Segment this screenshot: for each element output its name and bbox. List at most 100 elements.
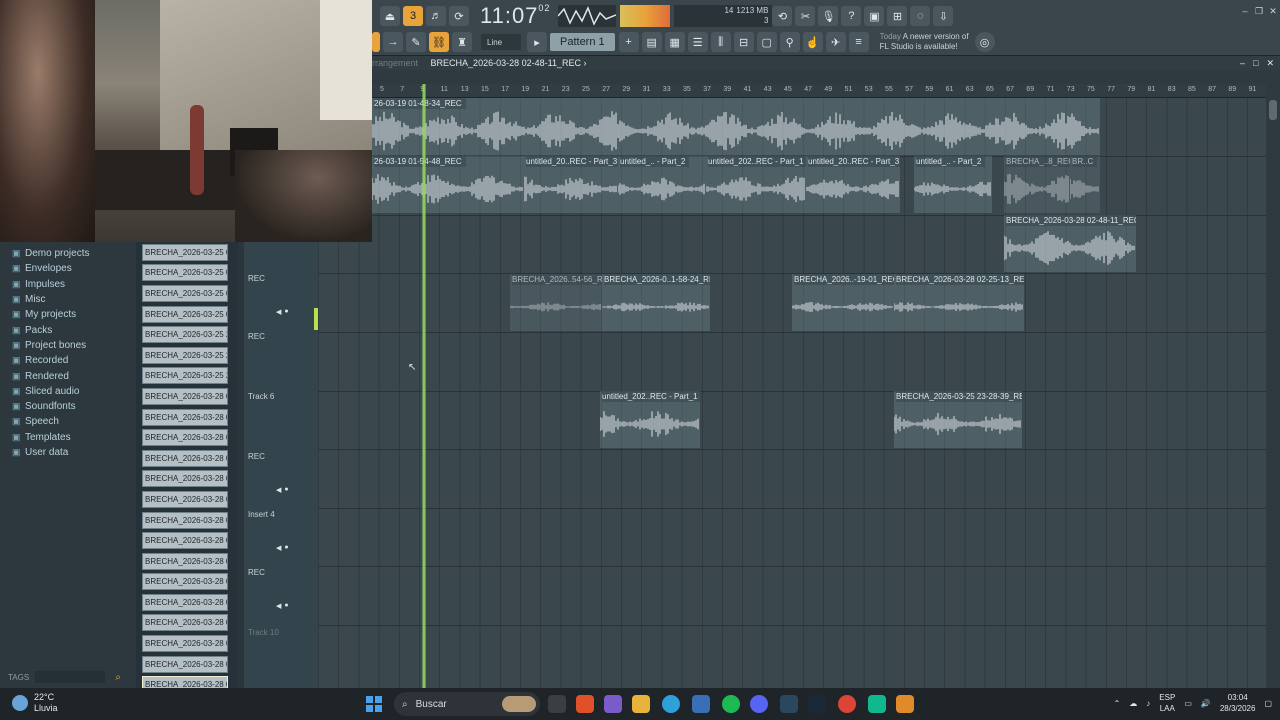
app-icon-2[interactable]: [868, 695, 886, 713]
link-tool-icon[interactable]: ⛓: [429, 32, 449, 52]
audio-clip[interactable]: BRECHA_2026-03-28 02-25-13_REC: [894, 274, 1024, 331]
steam-icon[interactable]: [780, 695, 798, 713]
app-icon[interactable]: [604, 695, 622, 713]
export-icon[interactable]: ⇩: [933, 6, 954, 26]
notification-icon[interactable]: ▢: [1264, 699, 1272, 708]
plugin-icon[interactable]: ⊞: [887, 6, 908, 26]
timeline-ruler[interactable]: 5 79 11 13 15 17 19 21 23 25 27 29 31 33 35 37 39 41 43 45 4…: [372, 84, 1277, 98]
playlist-overview[interactable]: [372, 70, 1266, 84]
task-view-icon[interactable]: [548, 695, 566, 713]
cloud-icon[interactable]: ☁: [1129, 699, 1137, 708]
brave-icon[interactable]: [576, 695, 594, 713]
browser-folder[interactable]: ▣ Recorded: [0, 353, 136, 368]
file-item[interactable]: BRECHA_2026-03-28 01-...: [142, 407, 232, 428]
file-item[interactable]: BRECHA_2026-03-25 23-...: [142, 345, 232, 366]
news-panel[interactable]: Today A newer version of FL Studio is ava…: [880, 32, 969, 52]
microphone-icon[interactable]: ♪: [1146, 699, 1150, 708]
audio-clip[interactable]: untitled_20..REC - Part_3: [806, 156, 900, 213]
language-indicator[interactable]: ESP LAA: [1159, 692, 1175, 714]
browser-folder[interactable]: ▣ Soundfonts: [0, 399, 136, 414]
spotify-icon[interactable]: [722, 695, 740, 713]
search-icon[interactable]: ⌕: [115, 672, 121, 683]
file-item[interactable]: BRECHA_2026-03-28 02-...: [142, 654, 232, 675]
audio-clip[interactable]: untitled_.. - Part_2: [914, 156, 992, 213]
stamp-tool-icon[interactable]: ♜: [452, 32, 472, 52]
tags-input[interactable]: [35, 671, 106, 683]
store-icon[interactable]: [692, 695, 710, 713]
vertical-scrollbar[interactable]: [1266, 70, 1280, 688]
file-item[interactable]: BRECHA_2026-03-28 01-...: [142, 386, 232, 407]
audio-clip[interactable]: untitled_.. - Part_2: [618, 156, 706, 213]
audio-clip[interactable]: 26-03-19 01-54-48_REC: [372, 156, 524, 213]
network-icon[interactable]: ▭: [1184, 699, 1192, 708]
file-item[interactable]: BRECHA_2026-03-28 02-...: [142, 592, 232, 613]
audio-clip[interactable]: BRECHA_..8_REC: [1004, 156, 1070, 213]
wait-for-input-icon[interactable]: ⏏: [380, 6, 400, 26]
file-item[interactable]: BRECHA_2026-03-28 02-...: [142, 510, 232, 531]
draw-tool-icon[interactable]: ✎: [406, 32, 426, 52]
playlist-close-icon[interactable]: ✕: [1266, 56, 1274, 70]
discord-icon[interactable]: [750, 695, 768, 713]
file-item[interactable]: BRECHA_2026-03-28 02-...: [142, 489, 232, 510]
browser-folder[interactable]: ▣ My projects: [0, 307, 136, 322]
news-icon[interactable]: ≡: [848, 32, 869, 52]
audio-clip[interactable]: BRECHA_2026-03-25 23-28-39_REC: [894, 391, 1022, 448]
help-icon[interactable]: ?: [841, 6, 862, 26]
audio-clip[interactable]: untitled_20..REC - Part_3: [524, 156, 618, 213]
chrome-icon[interactable]: [838, 695, 856, 713]
microphone-icon[interactable]: 🎙: [818, 6, 839, 26]
file-item[interactable]: BRECHA_2026-03-28 02-...: [142, 551, 232, 572]
file-item[interactable]: BRECHA_2026-03-25 00-...: [142, 263, 232, 284]
browser-folder[interactable]: ▣ Packs: [0, 322, 136, 337]
audio-clip[interactable]: BRECHA_2026-0..1-58-24_REC: [602, 274, 710, 331]
touch-icon[interactable]: ☝: [802, 32, 823, 52]
file-item[interactable]: BRECHA_2026-03-28 02-...: [142, 572, 232, 593]
browser-folder[interactable]: ▣ Misc: [0, 292, 136, 307]
file-item[interactable]: BRECHA_2026-03-28 02-...: [142, 530, 232, 551]
fl-studio-icon[interactable]: [896, 695, 914, 713]
playlist-icon[interactable]: ▤: [641, 32, 662, 52]
browser-folder[interactable]: ▣ Impulses: [0, 277, 136, 292]
pattern-prev-icon[interactable]: ▸: [527, 32, 547, 52]
browser-folder[interactable]: ▣ Demo projects: [0, 246, 136, 261]
browser-folder[interactable]: ▣ Project bones: [0, 338, 136, 353]
arrow-right-icon[interactable]: →: [383, 32, 403, 52]
plugin-picker-icon[interactable]: ✈: [825, 32, 846, 52]
minimize-icon[interactable]: –: [1238, 6, 1252, 18]
playlist-maximize-icon[interactable]: □: [1253, 56, 1258, 70]
file-item[interactable]: BRECHA_2026-03-25 23-...: [142, 366, 232, 387]
audio-clip[interactable]: BR..C: [1070, 156, 1100, 213]
cut-icon[interactable]: ✂: [795, 6, 816, 26]
mixer-icon[interactable]: ⫼: [710, 32, 731, 52]
playlist-minimize-icon[interactable]: –: [1240, 56, 1245, 70]
windows-start-icon[interactable]: [366, 696, 382, 712]
edge-icon[interactable]: [662, 695, 680, 713]
chevron-up-icon[interactable]: ⌃: [1114, 699, 1121, 708]
taskbar-search[interactable]: ⌕ Buscar: [394, 692, 540, 716]
undo-history-icon[interactable]: ⟲: [772, 6, 793, 26]
play-indicator[interactable]: [372, 32, 380, 52]
file-item[interactable]: BRECHA_2026-03-28 01-...: [142, 448, 232, 469]
file-item[interactable]: BRECHA_2026-03-28 01-...: [142, 469, 232, 490]
pattern-selector[interactable]: Pattern 1: [550, 33, 615, 51]
file-item[interactable]: BRECHA_2026-03-25 00-...: [142, 283, 232, 304]
browser-folder[interactable]: ▣ Templates: [0, 430, 136, 445]
piano-roll-icon[interactable]: ▦: [664, 32, 685, 52]
browser-folder[interactable]: ▣ Envelopes: [0, 261, 136, 276]
audio-clip[interactable]: BRECHA_2026..54-56_RE: [510, 274, 602, 331]
browser-folder[interactable]: ▣ Rendered: [0, 368, 136, 383]
save-icon[interactable]: ▣: [864, 6, 885, 26]
globe-icon[interactable]: ◎: [974, 32, 995, 52]
project-icon[interactable]: ▢: [756, 32, 777, 52]
audio-clip[interactable]: BRECHA_2026..-19-01_REC: [792, 274, 894, 331]
add-pattern-icon[interactable]: +: [618, 32, 639, 52]
audio-clip[interactable]: untitled_202..REC - Part_1: [706, 156, 806, 213]
restore-icon[interactable]: ❐: [1252, 6, 1266, 18]
snap-select[interactable]: Line: [481, 34, 521, 50]
browser-folder[interactable]: ▣ User data: [0, 445, 136, 460]
plugin-database-icon[interactable]: ⚲: [779, 32, 800, 52]
file-item[interactable]: BRECHA_2026-03-25 00-...: [142, 242, 232, 263]
audio-clip[interactable]: untitled_202..REC - Part_1: [600, 391, 700, 448]
steam-icon-2[interactable]: [808, 695, 826, 713]
weather-widget[interactable]: 22°C Lluvia: [12, 692, 58, 714]
